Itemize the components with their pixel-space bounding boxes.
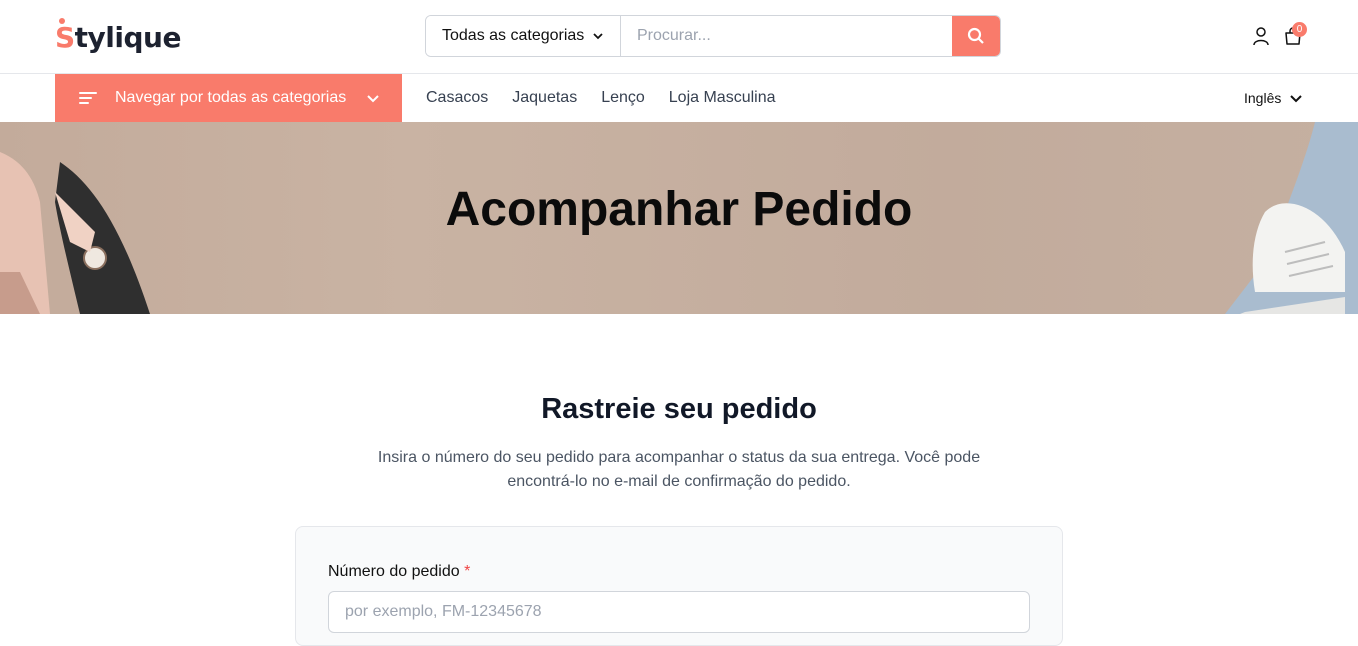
nav-link-loja-masculina[interactable]: Loja Masculina [669,89,776,107]
order-number-input[interactable] [328,591,1030,633]
chevron-down-icon [593,33,603,40]
chevron-down-icon [367,95,379,103]
track-description: Insira o número do seu pedido para acomp… [377,449,981,490]
logo-initial: S [55,18,75,54]
search-icon [967,27,984,44]
category-select[interactable]: Todas as categorias [426,16,621,56]
required-mark: * [464,563,471,580]
page-hero: Acompanhar Pedido [0,122,1358,314]
search-bar: Todas as categorias [425,15,1001,57]
order-number-label: Número do pedido * [328,563,470,581]
menu-icon [79,92,97,104]
nav-link-jaquetas[interactable]: Jaquetas [512,89,577,107]
nav-link-lenco[interactable]: Lenço [601,89,645,107]
cart-button[interactable]: 0 [1284,22,1307,46]
order-number-label-text: Número do pedido [328,563,460,580]
language-select[interactable]: Inglês [1244,74,1303,122]
chevron-down-icon [1290,95,1303,103]
main-nav: Navegar por todas as categorias Casacos … [0,74,1358,122]
browse-categories-button[interactable]: Navegar por todas as categorias [55,74,402,122]
track-title: Rastreie seu pedido [541,393,817,425]
language-label: Inglês [1244,90,1282,106]
track-order-form: Número do pedido * [295,526,1063,646]
cart-count-badge: 0 [1292,22,1307,37]
nav-links: Casacos Jaquetas Lenço Loja Masculina [426,74,776,122]
logo-text: tylique [74,21,182,54]
hero-title: Acompanhar Pedido [445,183,913,236]
site-header: Stylique Todas as categorias 0 [0,0,1358,74]
nav-link-casacos[interactable]: Casacos [426,89,488,107]
search-button[interactable] [952,16,1000,56]
logo[interactable]: Stylique [55,18,181,54]
search-input[interactable] [621,16,952,56]
hero-sneaker-image [1225,122,1358,314]
category-select-label: Todas as categorias [442,27,585,44]
browse-categories-label: Navegar por todas as categorias [115,89,347,106]
user-icon[interactable] [1251,26,1271,46]
